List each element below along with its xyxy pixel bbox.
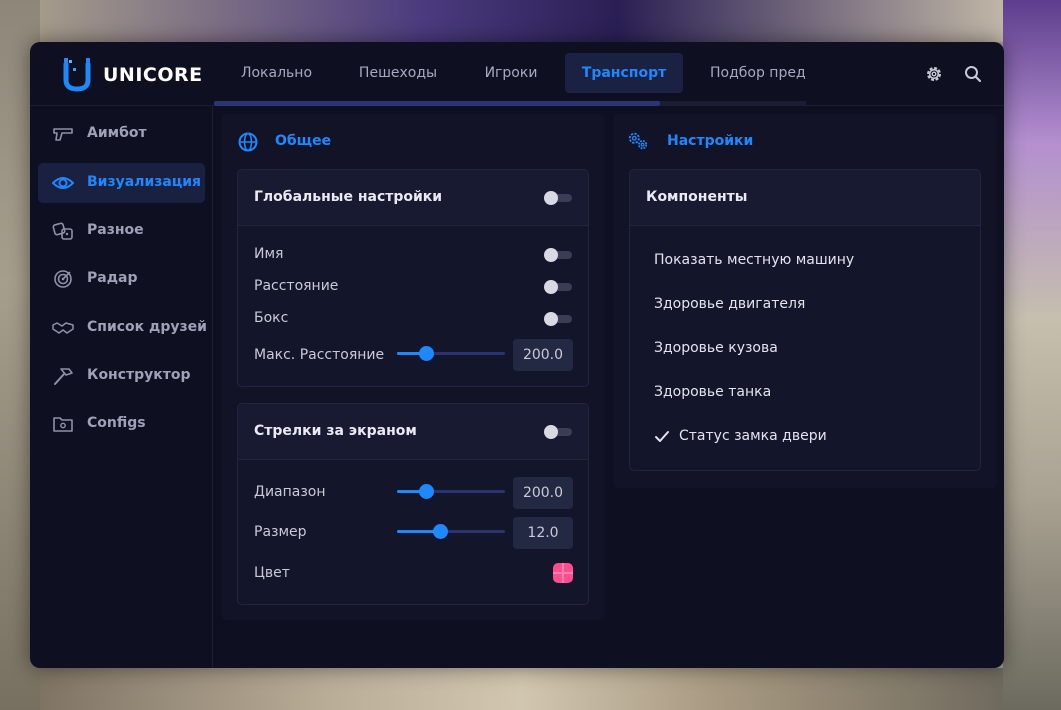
component-engine-health[interactable]: Здоровье двигателя (654, 296, 805, 312)
sidebar-item-visualization[interactable]: Визуализация (38, 163, 205, 203)
sidebar-item-configs[interactable]: Configs (38, 404, 205, 444)
sidebar-item-aimbot[interactable]: Аимбот (38, 114, 205, 154)
tab-item-selection[interactable]: Подбор пред (695, 53, 806, 93)
background-top (40, 0, 1003, 42)
general-title: Общее (275, 133, 332, 149)
components-title: Компоненты (646, 189, 748, 205)
box-label: Бокс (254, 310, 289, 326)
tab-local[interactable]: Локально (214, 53, 339, 93)
name-toggle[interactable] (544, 248, 572, 262)
hammer-icon (54, 368, 73, 385)
search-icon[interactable] (963, 64, 983, 84)
max-distance-slider[interactable] (397, 346, 505, 362)
box-toggle[interactable] (544, 312, 572, 326)
global-settings-header: Глобальные настройки (238, 170, 588, 226)
settings-title: Настройки (667, 133, 754, 149)
tab-players[interactable]: Игроки (457, 53, 565, 93)
globe-icon (238, 132, 258, 152)
sidebar-item-label: Аимбот (87, 125, 147, 141)
offscreen-arrows-box: Стрелки за экраном Диапазон 200.0 Размер… (237, 403, 589, 605)
sidebar-item-label: Configs (87, 415, 146, 431)
components-header: Компоненты (630, 170, 980, 226)
max-distance-label: Макс. Расстояние (254, 347, 385, 363)
sidebar-item-friends[interactable]: Список друзей (38, 308, 207, 348)
offscreen-arrows-header: Стрелки за экраном (238, 404, 588, 460)
folder-icon (53, 417, 73, 432)
components-box: Компоненты Показать местную машину Здоро… (629, 169, 981, 471)
distance-label: Расстояние (254, 278, 339, 294)
tab-scrollbar-thumb[interactable] (214, 101, 660, 106)
component-tank-health[interactable]: Здоровье танка (654, 384, 771, 400)
unicore-logo-icon (63, 58, 91, 92)
component-door-lock-status[interactable]: Статус замка двери (679, 428, 827, 444)
header: UNICORE Локально Пешеходы Игроки Транспо… (30, 42, 1004, 106)
range-label: Диапазон (254, 484, 326, 500)
radar-icon (54, 270, 72, 288)
global-settings-box: Глобальные настройки Имя Расстояние Бокс… (237, 169, 589, 387)
handshake-icon (52, 322, 74, 334)
sidebar-item-label: Список друзей (87, 319, 207, 335)
sidebar-item-misc[interactable]: Разное (38, 211, 205, 251)
component-local-vehicle[interactable]: Показать местную машину (654, 252, 854, 268)
distance-toggle[interactable] (544, 280, 572, 294)
range-value[interactable]: 200.0 (513, 477, 573, 509)
tab-bar: Локально Пешеходы Игроки Транспорт Подбо… (214, 52, 806, 108)
max-distance-value[interactable]: 200.0 (513, 339, 573, 371)
offscreen-arrows-toggle[interactable] (544, 425, 572, 439)
global-settings-toggle[interactable] (544, 191, 572, 205)
checkmark-icon (655, 431, 669, 442)
name-label: Имя (254, 246, 284, 262)
app-window: UNICORE Локально Пешеходы Игроки Транспо… (30, 42, 1004, 668)
size-label: Размер (254, 524, 307, 540)
sidebar-item-label: Разное (87, 222, 144, 238)
sidebar-item-constructor[interactable]: Конструктор (38, 356, 205, 396)
general-panel: Общее Глобальные настройки Имя Расстояни… (221, 114, 605, 620)
eye-icon (52, 177, 74, 189)
global-settings-title: Глобальные настройки (254, 189, 443, 205)
size-value[interactable]: 12.0 (513, 517, 573, 549)
color-label: Цвет (254, 565, 290, 581)
gun-icon (53, 128, 73, 141)
brand-name: UNICORE (103, 64, 203, 86)
tab-pedestrians[interactable]: Пешеходы (339, 53, 457, 93)
settings-panel: Настройки Компоненты Показать местную ма… (613, 114, 997, 488)
background-right (1003, 0, 1061, 710)
sidebar-item-label: Конструктор (87, 367, 191, 383)
sidebar-item-label: Визуализация (87, 174, 202, 190)
background-bottom (40, 668, 1003, 710)
tab-transport[interactable]: Транспорт (565, 53, 683, 93)
dice-icon (52, 222, 73, 240)
gears-icon (628, 132, 648, 150)
range-slider[interactable] (397, 484, 505, 500)
size-slider[interactable] (397, 524, 505, 540)
component-body-health[interactable]: Здоровье кузова (654, 340, 778, 356)
sidebar-item-radar[interactable]: Радар (38, 259, 205, 299)
sidebar-item-label: Радар (87, 270, 138, 286)
offscreen-arrows-title: Стрелки за экраном (254, 423, 417, 439)
sidebar: Аимбот Визуализация Разное Радар Список … (30, 106, 213, 668)
gear-icon[interactable] (924, 64, 944, 84)
color-swatch[interactable] (553, 563, 573, 583)
